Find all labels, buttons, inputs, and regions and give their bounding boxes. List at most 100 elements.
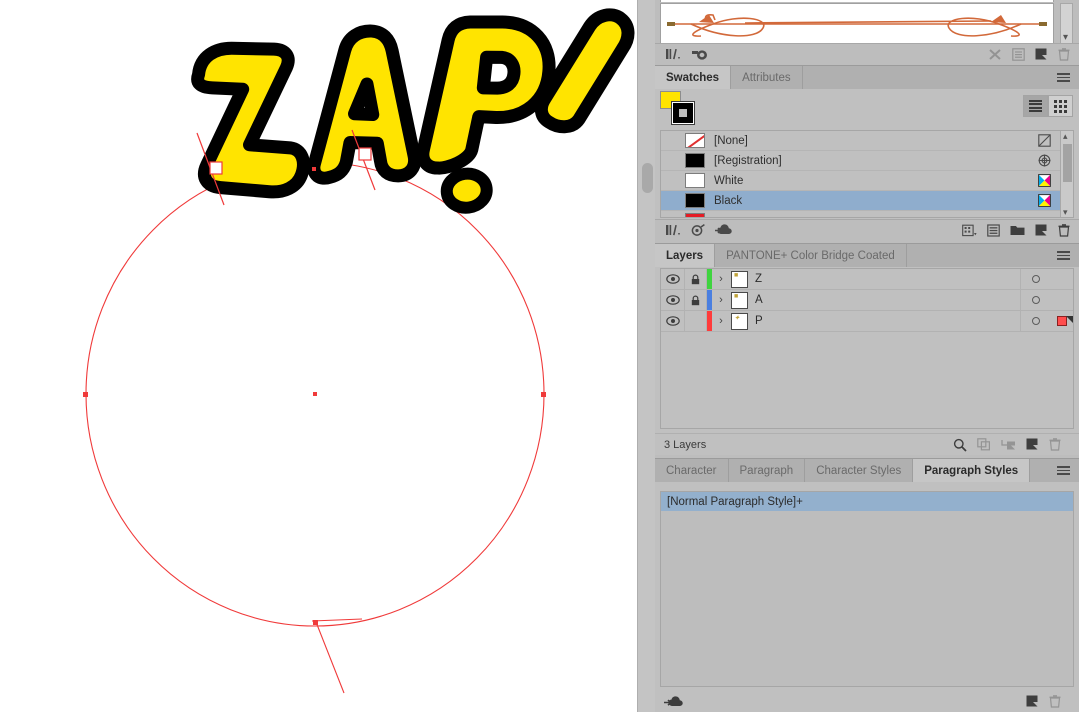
list-view-button[interactable] xyxy=(1023,95,1048,117)
swatch-label: [Registration] xyxy=(714,154,782,167)
paragraph-styles-list[interactable]: [Normal Paragraph Style]+ xyxy=(660,491,1074,687)
tab-character[interactable]: Character xyxy=(655,459,729,482)
tab-paragraph-styles[interactable]: Paragraph Styles xyxy=(913,459,1031,482)
registration-mark-icon xyxy=(1038,154,1051,167)
visibility-toggle[interactable] xyxy=(661,290,685,310)
tab-layers[interactable]: Layers xyxy=(655,244,716,267)
layers-tabbar: Layers PANTONE+ Color Bridge Coated xyxy=(655,243,1079,267)
new-color-group-icon[interactable] xyxy=(1010,224,1025,236)
panel-collapse-gutter[interactable] xyxy=(637,0,655,712)
tab-pantone-color-bridge-coated[interactable]: PANTONE+ Color Bridge Coated xyxy=(715,244,907,267)
swatch-row-red-partial[interactable] xyxy=(661,211,1073,217)
cloud-libraries-icon[interactable] xyxy=(664,695,684,708)
layer-thumbnail: ■ xyxy=(731,270,748,288)
layer-row-a[interactable]: › ■ A xyxy=(661,290,1073,311)
chevron-up-icon[interactable]: ▴ xyxy=(1063,131,1068,141)
paragraph-style-row[interactable]: [Normal Paragraph Style]+ xyxy=(661,492,1073,511)
panel-resize-grip[interactable] xyxy=(642,163,653,193)
layer-name[interactable]: A xyxy=(755,294,763,306)
show-swatch-kinds-icon[interactable] xyxy=(962,224,977,237)
new-style-icon[interactable] xyxy=(1026,695,1039,708)
lock-toggle[interactable] xyxy=(685,290,707,310)
brush-stroke-preview[interactable] xyxy=(660,3,1054,46)
cloud-libraries-icon[interactable] xyxy=(715,224,733,236)
swatch-row-registration[interactable]: [Registration] xyxy=(661,151,1073,171)
new-brush-icon[interactable] xyxy=(1035,48,1048,61)
application-window: ▾ Swatches Attributes [None] [Registrati… xyxy=(0,0,1079,712)
chevron-down-icon[interactable]: ▾ xyxy=(1063,207,1068,217)
layer-row-controls xyxy=(1020,311,1073,331)
cmyk-mark-icon xyxy=(1038,194,1051,207)
visibility-toggle[interactable] xyxy=(661,311,685,331)
document-canvas[interactable] xyxy=(0,0,637,712)
layers-panel-menu-button[interactable] xyxy=(1048,244,1079,267)
locate-object-icon[interactable] xyxy=(953,438,967,452)
layer-thumbnail: ■ xyxy=(731,291,748,309)
delete-layer-icon[interactable] xyxy=(1049,438,1061,451)
brush-options-icon[interactable] xyxy=(1012,47,1025,61)
chevron-down-icon[interactable]: ▾ xyxy=(1063,32,1068,43)
layer-row-z[interactable]: › ■ Z xyxy=(661,269,1073,290)
layer-row-controls xyxy=(1020,269,1073,289)
visibility-toggle[interactable] xyxy=(661,269,685,289)
brush-libraries-icon[interactable] xyxy=(691,48,709,61)
paragraph-styles-panel: Character Paragraph Character Styles Par… xyxy=(655,458,1079,712)
canvas-artwork[interactable] xyxy=(0,0,637,712)
swatches-tabbar: Swatches Attributes xyxy=(655,65,1079,89)
new-swatch-icon[interactable] xyxy=(1035,224,1048,237)
lock-icon xyxy=(691,274,700,284)
swatches-toolbar xyxy=(655,89,1079,130)
text-path-circle xyxy=(83,161,546,694)
swatch-libraries-icon[interactable] xyxy=(665,224,681,237)
libraries-icon[interactable] xyxy=(665,48,681,61)
swatch-row-none[interactable]: [None] xyxy=(661,131,1073,151)
tab-paragraph[interactable]: Paragraph xyxy=(728,459,806,482)
delete-brush-icon[interactable] xyxy=(1058,47,1070,61)
delete-style-icon[interactable] xyxy=(1049,694,1061,708)
stroke-swatch[interactable] xyxy=(671,101,695,125)
brush-list-row-above[interactable] xyxy=(660,0,1054,2)
color-theme-icon[interactable] xyxy=(691,223,705,237)
layers-list[interactable]: › ■ Z › ■ A › ✦ P xyxy=(660,268,1074,429)
swatches-scrollbar[interactable]: ▴ ▾ xyxy=(1060,131,1073,217)
layer-name[interactable]: Z xyxy=(755,273,762,285)
swatch-view-toggle[interactable] xyxy=(1023,95,1073,117)
layer-name[interactable]: P xyxy=(755,315,763,327)
expand-layer-chevron-icon[interactable]: › xyxy=(712,315,730,327)
target-indicator[interactable] xyxy=(1021,317,1051,325)
tab-swatches[interactable]: Swatches xyxy=(655,66,732,89)
tab-attributes[interactable]: Attributes xyxy=(731,66,803,89)
target-indicator[interactable] xyxy=(1021,275,1051,283)
delete-swatch-icon[interactable] xyxy=(1058,223,1070,237)
lock-toggle[interactable] xyxy=(685,311,707,331)
layer-count-status: 3 Layers xyxy=(664,438,707,451)
fill-stroke-indicator[interactable] xyxy=(660,91,696,127)
layer-row-p[interactable]: › ✦ P xyxy=(661,311,1073,332)
lock-toggle[interactable] xyxy=(685,269,707,289)
swatch-row-white[interactable]: White xyxy=(661,171,1073,191)
paragraph-styles-panel-menu-button[interactable] xyxy=(1048,459,1079,482)
swatches-panel-menu-button[interactable] xyxy=(1048,66,1079,89)
swatch-chip-white xyxy=(685,173,705,188)
swatch-row-black[interactable]: Black xyxy=(661,191,1073,211)
brushes-footer xyxy=(655,43,1079,64)
expand-layer-chevron-icon[interactable]: › xyxy=(712,294,730,306)
remove-brush-stroke-icon[interactable] xyxy=(988,48,1002,61)
brushes-scrollbar[interactable]: ▾ xyxy=(1060,3,1073,46)
target-indicator[interactable] xyxy=(1021,296,1051,304)
paragraph-styles-footer xyxy=(655,690,1079,712)
make-clipping-mask-icon[interactable] xyxy=(977,438,991,451)
create-sublayer-icon[interactable] xyxy=(1001,438,1016,451)
expand-layer-chevron-icon[interactable]: › xyxy=(712,273,730,285)
hamburger-icon xyxy=(1057,249,1070,263)
scrollbar-thumb[interactable] xyxy=(1063,144,1072,182)
swatch-options-icon[interactable] xyxy=(987,223,1000,237)
create-layer-icon[interactable] xyxy=(1026,438,1039,451)
tab-character-styles[interactable]: Character Styles xyxy=(805,459,914,482)
swatches-list[interactable]: [None] [Registration] White Black ▴ ▾ xyxy=(660,130,1074,218)
grid-view-button[interactable] xyxy=(1048,95,1073,117)
eye-icon xyxy=(665,274,680,284)
swatch-label: Black xyxy=(714,194,743,207)
hamburger-icon xyxy=(1057,71,1070,85)
selection-indicator[interactable] xyxy=(1051,316,1073,326)
